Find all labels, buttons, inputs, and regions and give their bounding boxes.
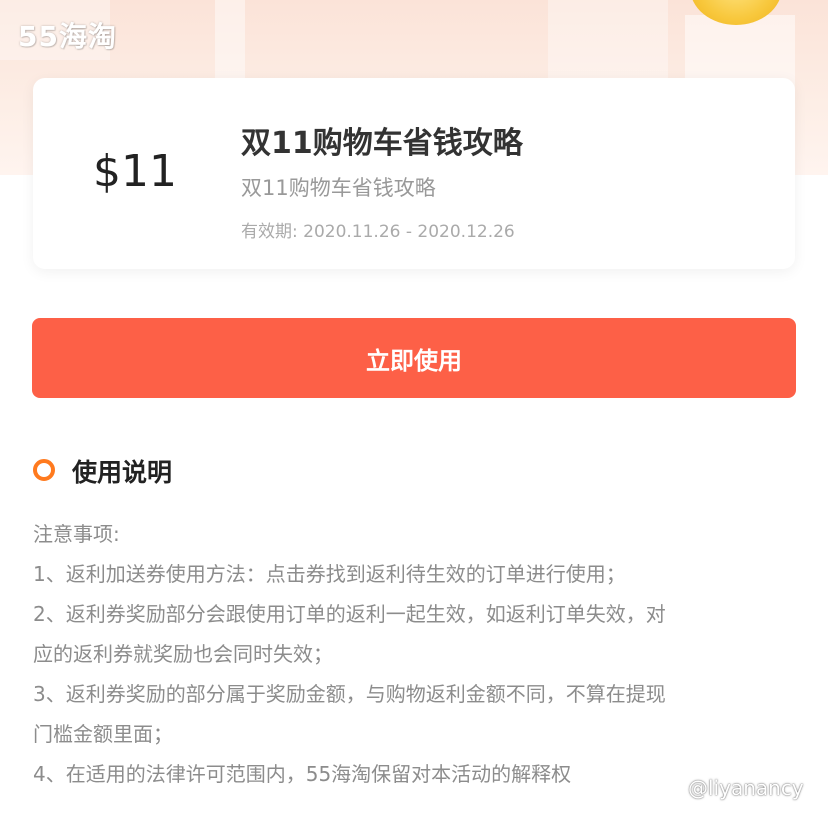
instructions-heading: 使用说明 [72,458,173,487]
instruction-line: 应的返利券就奖励也会同时失效； [33,642,333,666]
coupon-validity: 有效期: 2020.11.26 - 2020.12.26 [241,222,515,242]
coupon-subtitle: 双11购物车省钱攻略 [241,176,436,200]
coupon-card: $11 双11购物车省钱攻略 双11购物车省钱攻略 有效期: 2020.11.2… [33,78,795,269]
coupon-title: 双11购物车省钱攻略 [241,126,523,161]
ring-dot-icon [33,459,55,481]
instruction-line: 3、返利券奖励的部分属于奖励金额，与购物返利金额不同，不算在提现 [33,682,666,706]
banner-decoration [215,0,245,80]
instructions-list: 注意事项: 1、返利加送券使用方法：点击券找到返利待生效的订单进行使用； 2、返… [33,514,808,794]
coupon-amount: $11 [93,146,177,197]
use-now-button[interactable]: 立即使用 [32,318,796,398]
watermark: @liyanancy [688,776,804,800]
app-logo: 55海淘 [18,20,117,53]
instruction-line: 2、返利券奖励部分会跟使用订单的返利一起生效，如返利订单失效，对 [33,602,666,626]
instruction-line: 1、返利加送券使用方法：点击券找到返利待生效的订单进行使用； [33,562,626,586]
instruction-line: 门槛金额里面； [33,722,173,746]
instruction-line: 注意事项: [33,522,120,546]
